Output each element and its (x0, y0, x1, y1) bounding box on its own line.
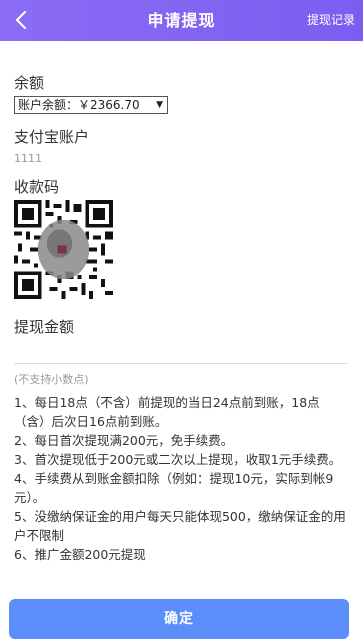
rule-item: 1、每日18点（不含）前提现的当日24点前到账，18点（含）后次日16点前到账。 (14, 395, 320, 429)
top-bar: 申请提现 提现记录 (0, 0, 363, 41)
balance-select[interactable]: 账户余额：￥2366.70 ▼ (14, 96, 168, 114)
confirm-button[interactable]: 确定 (9, 599, 349, 639)
rule-item: 5、没缴纳保证金的用户每天只能体现500，缴纳保证金的用户不限制 (14, 509, 346, 543)
withdraw-rules: 1、每日18点（不含）前提现的当日24点前到账，18点（含）后次日16点前到账。… (14, 393, 348, 564)
payment-qrcode-image[interactable] (14, 200, 113, 299)
dropdown-arrow-icon: ▼ (156, 100, 163, 110)
balance-select-value: 账户余额：￥2366.70 (18, 98, 140, 112)
alipay-account-value[interactable]: 1111 (14, 152, 42, 165)
qrcode-label: 收款码 (14, 178, 60, 196)
amount-input-underline[interactable] (14, 363, 347, 364)
alipay-account-label: 支付宝账户 (14, 128, 90, 146)
withdraw-records-link[interactable]: 提现记录 (307, 0, 355, 41)
rule-item: 3、首次提现低于200元或二次以上提现，收取1元手续费。 (14, 452, 342, 467)
rule-item: 6、推广金额200元提现 (14, 547, 146, 562)
balance-label: 余额 (14, 74, 45, 92)
rule-item: 2、每日首次提现满200元，免手续费。 (14, 433, 234, 448)
amount-hint: (不支持小数点) (14, 373, 89, 386)
rule-item: 4、手续费从到账金额扣除（例如：提现10元，实际到帐9元）。 (14, 471, 334, 505)
withdraw-amount-label: 提现金额 (14, 318, 75, 336)
